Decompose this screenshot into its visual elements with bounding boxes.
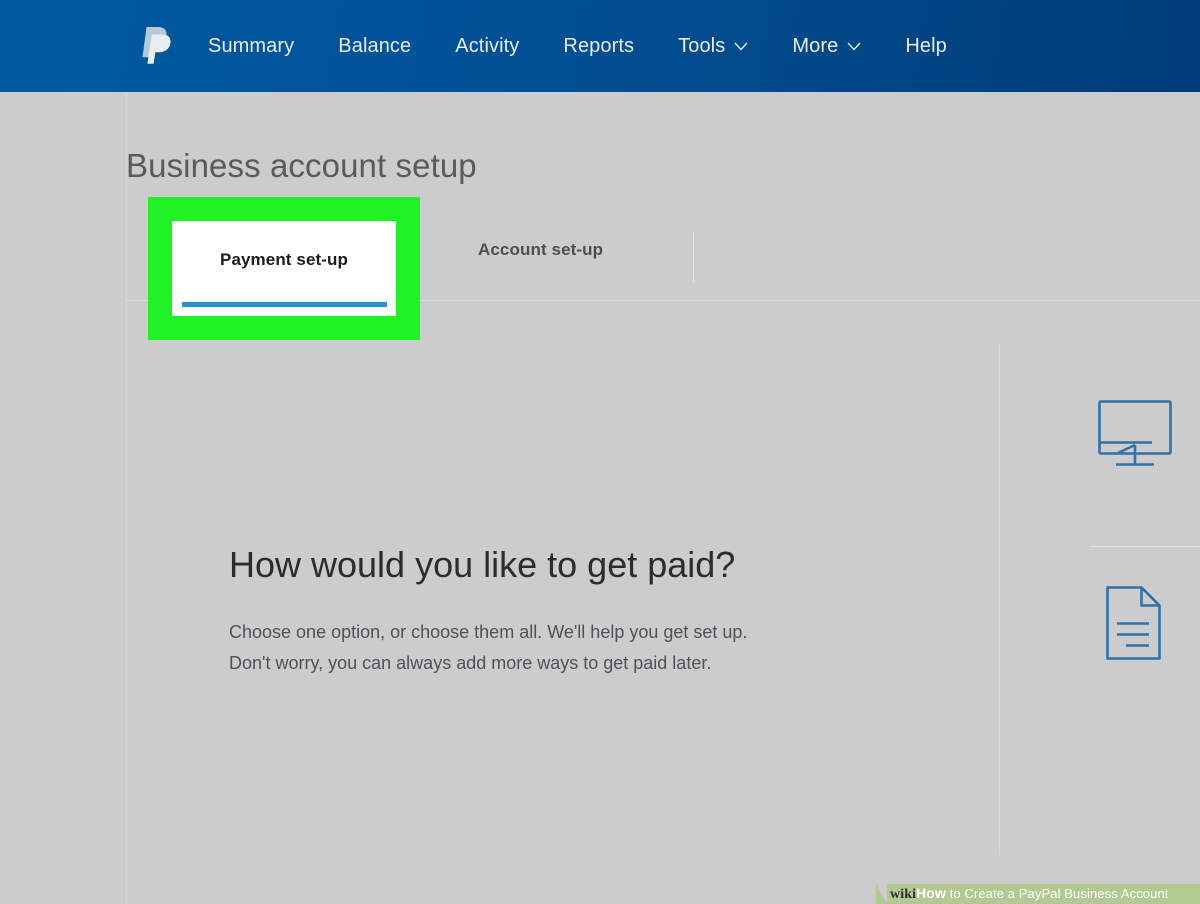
main-heading: How would you like to get paid? [229, 544, 736, 585]
monitor-icon[interactable] [1096, 398, 1174, 475]
main-body-text: Choose one option, or choose them all. W… [229, 617, 747, 679]
nav-item-label: Reports [563, 34, 635, 57]
chevron-down-icon [847, 42, 861, 51]
watermark-text: wikiHow to Create a PayPal Business Acco… [876, 885, 1169, 903]
annotation-highlight-box: Payment set-up [148, 197, 420, 340]
nav-item-reports[interactable]: Reports [563, 29, 634, 64]
right-rail-divider [999, 343, 1000, 855]
nav-item-summary[interactable]: Summary [208, 29, 294, 64]
nav-item-activity[interactable]: Activity [455, 29, 519, 64]
nav-item-help[interactable]: Help [905, 29, 947, 64]
nav-item-balance[interactable]: Balance [338, 29, 411, 64]
tab-vertical-divider [693, 232, 694, 282]
annotation-card-label: Payment set-up [220, 250, 348, 269]
nav-item-label: Activity [455, 34, 520, 57]
page-title: Business account setup [126, 147, 477, 184]
nav-item-more[interactable]: More [792, 29, 861, 64]
nav-item-label: Summary [208, 34, 295, 57]
tab-label: Account set-up [478, 240, 604, 259]
top-navigation-bar: Summary Balance Activity Reports Tools M… [0, 0, 1200, 92]
annotation-card[interactable]: Payment set-up [172, 221, 396, 316]
content-left-divider [126, 92, 127, 904]
main-body-line-2: Don't worry, you can always add more way… [229, 653, 712, 673]
wikihow-watermark: wikiHow to Create a PayPal Business Acco… [876, 884, 1200, 904]
main-body-line-1: Choose one option, or choose them all. W… [229, 622, 748, 642]
nav-item-label: Help [905, 34, 947, 57]
active-tab-underline [182, 302, 387, 307]
watermark-caption: to Create a PayPal Business Account [945, 886, 1169, 901]
watermark-brand-how: How [916, 885, 946, 901]
chevron-down-icon [734, 42, 748, 51]
nav-menu: Summary Balance Activity Reports Tools M… [208, 29, 947, 64]
page-body: Business account setup Payment set-up Ac… [0, 92, 1200, 904]
watermark-brand-wiki: wiki [890, 887, 917, 902]
nav-item-label: Balance [338, 34, 412, 57]
document-icon[interactable] [1104, 584, 1168, 667]
nav-item-label: More [792, 34, 839, 57]
paypal-logo[interactable] [140, 24, 174, 68]
nav-item-label: Tools [678, 34, 726, 57]
nav-item-tools[interactable]: Tools [678, 29, 748, 64]
right-rail-item-separator [1090, 546, 1200, 547]
tab-account-set-up[interactable]: Account set-up [478, 240, 603, 260]
